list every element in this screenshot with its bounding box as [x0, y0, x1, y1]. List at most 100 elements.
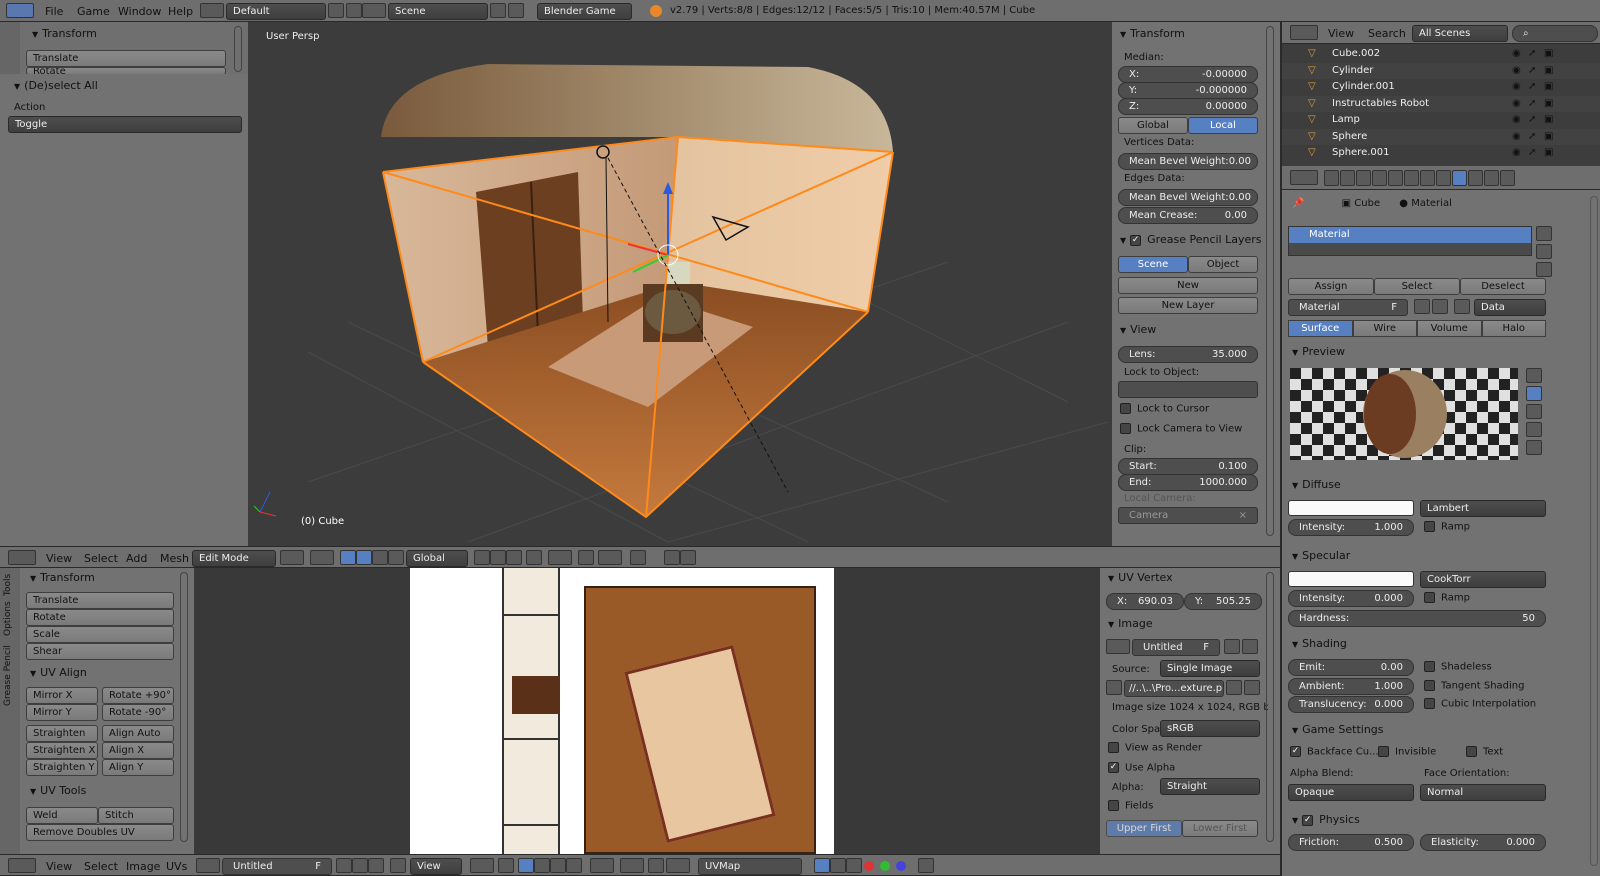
- diffuse-ramp-checkbox[interactable]: Ramp: [1424, 521, 1470, 533]
- outliner-search-input[interactable]: ⌕: [1512, 25, 1598, 42]
- grease-pencil-title[interactable]: ▼ ✓ Grease Pencil Layers: [1116, 230, 1266, 249]
- pin-image-icon[interactable]: [390, 858, 406, 873]
- specular-title[interactable]: ▼ Specular: [1288, 546, 1354, 565]
- source-select[interactable]: Single Image: [1160, 660, 1260, 677]
- vertex-select-icon[interactable]: [518, 858, 534, 873]
- selectable-arrow-icon[interactable]: ➚: [1528, 79, 1536, 95]
- median-y-field[interactable]: Y: -0.000000: [1118, 82, 1258, 99]
- render-icon[interactable]: [630, 550, 646, 565]
- image-path-field[interactable]: //..\..\Pro...exture.png: [1124, 680, 1224, 697]
- outliner-item[interactable]: ▽ Sphere.001 ◉ ➚ ▣: [1282, 145, 1600, 161]
- browse-icon[interactable]: [1454, 299, 1470, 314]
- uv-menu-image[interactable]: Image: [126, 860, 160, 873]
- menu-add[interactable]: Add: [126, 552, 147, 565]
- text-checkbox[interactable]: Text: [1466, 746, 1503, 758]
- fields-checkbox[interactable]: Fields: [1108, 800, 1153, 812]
- link-select[interactable]: Data: [1474, 299, 1546, 316]
- selectable-arrow-icon[interactable]: ➚: [1528, 46, 1536, 62]
- uv-tools-title[interactable]: ▼ UV Tools: [26, 781, 90, 800]
- red-channel-icon[interactable]: [864, 861, 874, 871]
- image-browse-icon[interactable]: [196, 858, 220, 873]
- manipulator-icon[interactable]: [340, 550, 356, 565]
- uvmap-field[interactable]: UVMap: [698, 858, 802, 875]
- lock-cursor-checkbox[interactable]: Lock to Cursor: [1120, 403, 1209, 415]
- texture-tab-icon[interactable]: [1468, 170, 1483, 186]
- lower-first-toggle[interactable]: Lower First: [1182, 820, 1258, 837]
- visibility-eye-icon[interactable]: ◉: [1512, 112, 1521, 128]
- blue-channel-icon[interactable]: [896, 861, 906, 871]
- rotate-minus-90-button[interactable]: Rotate -90°: [102, 704, 174, 721]
- scene-select[interactable]: Scene: [388, 3, 488, 20]
- face-select-icon[interactable]: [506, 550, 522, 565]
- outliner-menu-search[interactable]: Search: [1368, 27, 1406, 40]
- object-tab-icon[interactable]: [1388, 170, 1403, 186]
- uv-rotate-button[interactable]: Rotate: [26, 609, 174, 626]
- engine-select[interactable]: Blender Game: [537, 3, 632, 20]
- deselect-panel-title[interactable]: ▼ (De)select All: [10, 76, 102, 95]
- pivot-icon[interactable]: [470, 858, 494, 873]
- reload-icon[interactable]: [1244, 680, 1260, 695]
- new-material-icon[interactable]: [1414, 299, 1430, 314]
- render-camera-icon[interactable]: ▣: [1544, 112, 1553, 128]
- menu-help[interactable]: Help: [168, 5, 193, 18]
- lock-camera-checkbox[interactable]: Lock Camera to View: [1120, 423, 1242, 435]
- diffuse-shader-select[interactable]: Lambert: [1420, 500, 1546, 517]
- menu-mesh[interactable]: Mesh: [160, 552, 189, 565]
- render-camera-icon[interactable]: ▣: [1544, 96, 1553, 112]
- menu-window[interactable]: Window: [118, 5, 161, 18]
- straighten-button[interactable]: Straighten: [26, 725, 98, 742]
- selectable-arrow-icon[interactable]: ➚: [1528, 145, 1536, 161]
- new-layer-button[interactable]: New Layer: [1118, 297, 1258, 314]
- lock-icon[interactable]: [918, 858, 934, 873]
- upper-first-toggle[interactable]: Upper First: [1106, 820, 1182, 837]
- edge-select-icon[interactable]: [490, 550, 506, 565]
- snap-element-icon[interactable]: [666, 858, 690, 873]
- occlude-icon[interactable]: [526, 550, 542, 565]
- material-name-field[interactable]: Material F: [1288, 299, 1408, 316]
- physics-title[interactable]: ▼ ✓ Physics: [1288, 810, 1364, 829]
- open-image-icon[interactable]: [352, 858, 368, 873]
- scrollbar[interactable]: [1266, 26, 1274, 536]
- image-title[interactable]: ▼ Image: [1104, 614, 1157, 633]
- selectable-arrow-icon[interactable]: ➚: [1528, 129, 1536, 145]
- specular-intensity-field[interactable]: Intensity: 0.000: [1288, 590, 1414, 607]
- render-camera-icon[interactable]: ▣: [1544, 46, 1553, 62]
- visibility-eye-icon[interactable]: ◉: [1512, 46, 1521, 62]
- view-as-render-checkbox[interactable]: View as Render: [1108, 742, 1202, 754]
- preview-flat-icon[interactable]: [1526, 368, 1542, 383]
- elasticity-field[interactable]: Elasticity: 0.000: [1420, 834, 1546, 851]
- snap-element-icon[interactable]: [598, 550, 622, 565]
- uv-menu-uvs[interactable]: UVs: [166, 860, 187, 873]
- outliner-menu-view[interactable]: View: [1328, 27, 1354, 40]
- pivot-icon[interactable]: [310, 550, 334, 565]
- menu-game[interactable]: Game: [77, 5, 110, 18]
- tangent-shading-checkbox[interactable]: Tangent Shading: [1424, 680, 1524, 692]
- close-layout-icon[interactable]: [346, 3, 362, 18]
- uv-transform-title[interactable]: ▼ Transform: [26, 568, 99, 587]
- constraints-tab-icon[interactable]: [1404, 170, 1419, 186]
- selectable-arrow-icon[interactable]: ➚: [1528, 112, 1536, 128]
- visibility-eye-icon[interactable]: ◉: [1512, 145, 1521, 161]
- uv-menu-view[interactable]: View: [46, 860, 72, 873]
- action-select[interactable]: Toggle: [8, 116, 242, 133]
- uv-y-field[interactable]: Y: 505.25: [1184, 593, 1262, 610]
- mean-bevel-weight-field[interactable]: Mean Bevel Weight: 0.00: [1118, 153, 1258, 170]
- gp-new-button[interactable]: New: [1118, 277, 1258, 294]
- physics-tab-icon[interactable]: [1500, 170, 1515, 186]
- data-tab-icon[interactable]: [1436, 170, 1451, 186]
- editor-type-icon[interactable]: [1290, 170, 1318, 185]
- vertex-select-icon[interactable]: [474, 550, 490, 565]
- opengl-anim-icon[interactable]: [680, 550, 696, 565]
- info-editor-icon[interactable]: [6, 3, 34, 18]
- game-settings-title[interactable]: ▼ Game Settings: [1288, 720, 1388, 739]
- rotate-plus-90-button[interactable]: Rotate +90°: [102, 687, 174, 704]
- mean-crease-field[interactable]: Mean Crease: 0.00: [1118, 207, 1258, 224]
- sync-selection-icon[interactable]: [498, 858, 514, 873]
- render-tab-icon[interactable]: [1324, 170, 1339, 186]
- mirror-x-button[interactable]: Mirror X: [26, 687, 98, 704]
- material-tab-volume[interactable]: Volume: [1417, 320, 1482, 337]
- colorspace-select[interactable]: sRGB: [1160, 720, 1260, 737]
- lock-object-field[interactable]: [1118, 381, 1258, 398]
- scene-icon[interactable]: [362, 3, 386, 18]
- visibility-eye-icon[interactable]: ◉: [1512, 96, 1521, 112]
